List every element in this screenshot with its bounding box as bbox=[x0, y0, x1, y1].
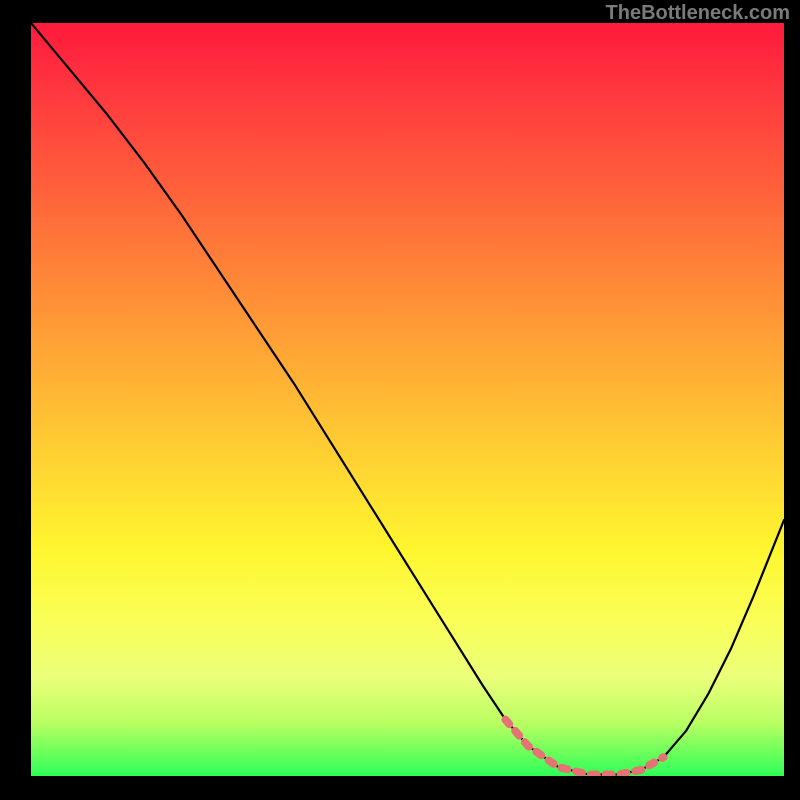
optimal-region-marker bbox=[505, 720, 663, 775]
bottleneck-curve bbox=[31, 23, 784, 774]
bottleneck-curve-svg bbox=[31, 23, 784, 776]
chart-plot-area bbox=[31, 23, 784, 776]
watermark-text: TheBottleneck.com bbox=[606, 2, 790, 25]
